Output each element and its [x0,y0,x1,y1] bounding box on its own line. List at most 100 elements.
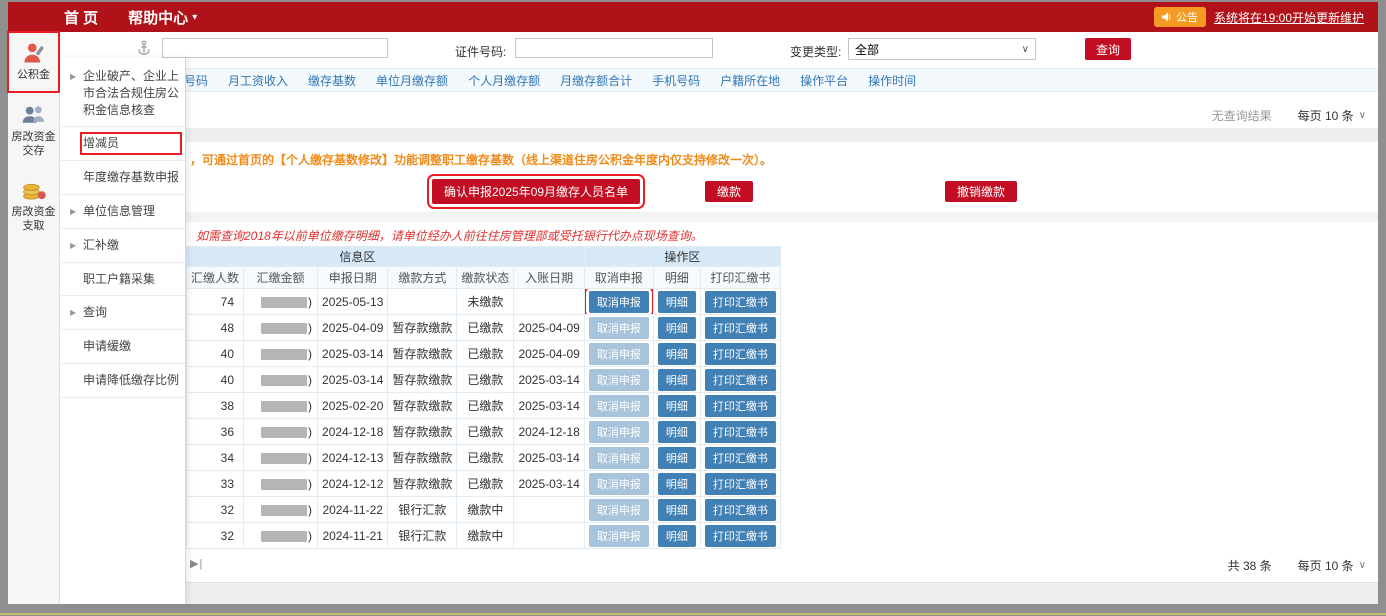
cancel-declare-button[interactable]: 取消申报 [589,291,649,313]
confirm-declare-button[interactable]: 确认申报2025年09月缴存人员名单 [432,179,640,204]
print-remit-doc-button-cell: 打印汇缴书 [700,523,780,549]
separator-band [60,212,1378,222]
expand-arrow-icon: ▶ [70,206,80,217]
menu-item-4[interactable]: ▶汇补缴 [60,229,185,263]
amount-suffix: ) [308,529,312,543]
table-row: 036)2024-12-18暂存款缴款已缴款2024-12-18取消申报明细打印… [131,419,781,445]
print-remit-doc-button[interactable]: 打印汇缴书 [705,369,776,391]
id-number-input[interactable] [515,38,713,58]
detail-button[interactable]: 明细 [658,499,696,521]
expand-arrow-icon: ▶ [70,240,80,251]
cancel-declare-button[interactable]: 取消申报 [589,421,649,443]
declare-date-cell: 2025-05-13 [318,289,388,315]
menu-item-8[interactable]: 申请降低缴存比例 [60,364,185,398]
menu-item-3[interactable]: ▶单位信息管理 [60,195,185,229]
print-remit-doc-button[interactable]: 打印汇缴书 [705,447,776,469]
pagination-last-page-icon[interactable]: ▶| [190,557,203,570]
menu-item-1[interactable]: 增减员 [60,127,185,161]
pay-method-cell: 暂存款缴款 [388,419,457,445]
print-remit-doc-button[interactable]: 打印汇缴书 [705,525,776,547]
pay-method-cell: 暂存款缴款 [388,341,457,367]
group-header-info: 信息区 [131,247,585,267]
page-size-select[interactable]: 每页 10 条 ∨ [1298,107,1366,124]
declare-date-cell: 2025-03-14 [318,341,388,367]
cancel-declare-button[interactable]: 取消申报 [589,447,649,469]
menu-item-7[interactable]: 申请缓缴 [60,330,185,364]
detail-button[interactable]: 明细 [658,395,696,417]
detail-button[interactable]: 明细 [658,291,696,313]
module-sidebar: 公积金 房改资金交存 房改资金支取 [8,32,60,604]
print-remit-doc-button-cell: 打印汇缴书 [700,341,780,367]
print-remit-doc-button-cell: 打印汇缴书 [700,419,780,445]
cancel-declare-button[interactable]: 取消申报 [589,395,649,417]
cancel-pay-button[interactable]: 撤销缴款 [945,181,1017,202]
table-pagination: ▶| 共 38 条 每页 10 条 ∨ [60,554,1378,576]
cancel-declare-button[interactable]: 取消申报 [589,499,649,521]
pay-status-cell: 已缴款 [457,315,514,341]
detail-button-cell: 明细 [653,367,700,393]
menu-item-6[interactable]: ▶查询 [60,296,185,330]
results-column-header: 月工资收入 [228,72,288,89]
detail-button[interactable]: 明细 [658,369,696,391]
cancel-declare-button[interactable]: 取消申报 [589,473,649,495]
cancel-declare-button-cell: 取消申报 [584,419,653,445]
cancel-declare-button-cell: 取消申报 [584,471,653,497]
print-remit-doc-button[interactable]: 打印汇缴书 [705,499,776,521]
print-remit-doc-button[interactable]: 打印汇缴书 [705,395,776,417]
cancel-declare-button-cell: 取消申报 [584,393,653,419]
sidebar-item-label: 房改资金支取 [12,206,56,234]
menu-item-0[interactable]: ▶企业破产、企业上市合法合规住房公积金信息核查 [60,60,185,127]
remit-amount-cell: ) [244,315,318,341]
menu-item-5[interactable]: 职工户籍采集 [60,263,185,297]
entry-date-cell [514,497,584,523]
amount-suffix: ) [308,295,312,309]
detail-button[interactable]: 明细 [658,447,696,469]
sidebar-item-fangai-jiaocun[interactable]: 房改资金交存 [12,98,55,164]
table-column-header: 汇缴人数 [187,267,244,289]
pay-button[interactable]: 缴款 [705,181,753,202]
detail-button[interactable]: 明细 [658,343,696,365]
cancel-declare-button-cell: 取消申报 [584,367,653,393]
cancel-declare-button[interactable]: 取消申报 [589,525,649,547]
detail-button[interactable]: 明细 [658,317,696,339]
print-remit-doc-button[interactable]: 打印汇缴书 [705,343,776,365]
declare-date-cell: 2024-12-12 [318,471,388,497]
cancel-declare-button[interactable]: 取消申报 [589,369,649,391]
cancel-declare-button[interactable]: 取消申报 [589,317,649,339]
sidebar-item-label: 房改资金交存 [12,131,56,159]
detail-button-cell: 明细 [653,315,700,341]
remit-amount-cell: ) [244,471,318,497]
cancel-declare-button-cell: 取消申报 [584,341,653,367]
detail-button[interactable]: 明细 [658,525,696,547]
print-remit-doc-button[interactable]: 打印汇缴书 [705,421,776,443]
change-type-select[interactable]: 全部 ∨ [848,38,1036,60]
nav-help-center[interactable]: 帮助中心 ▾ [128,7,197,28]
masked-amount [261,531,307,542]
sidebar-item-fangai-zhiqu[interactable]: 房改资金支取 [12,173,55,239]
table-column-header: 明细 [653,267,700,289]
top-navbar: 首 页 帮助中心 ▾ 公告 系统将在19:00开始更新维护 [8,2,1378,32]
sidebar-item-gongjijin[interactable]: 公积金 [12,36,55,88]
print-remit-doc-button[interactable]: 打印汇缴书 [705,473,776,495]
detail-button[interactable]: 明细 [658,421,696,443]
table-column-header: 取消申报 [584,267,653,289]
amount-suffix: ) [308,373,312,387]
menu-item-2[interactable]: 年度缴存基数申报 [60,161,185,195]
pay-method-cell [388,289,457,315]
print-remit-doc-button[interactable]: 打印汇缴书 [705,317,776,339]
amount-suffix: ) [308,399,312,413]
maintenance-notice-link[interactable]: 系统将在19:00开始更新维护 [1214,9,1364,26]
cancel-declare-button[interactable]: 取消申报 [589,343,649,365]
table-row: 040)2025-03-14暂存款缴款已缴款2025-04-09取消申报明细打印… [131,341,781,367]
print-remit-doc-button[interactable]: 打印汇缴书 [705,291,776,313]
query-button[interactable]: 查询 [1085,38,1131,60]
nav-home[interactable]: 首 页 [64,7,98,28]
page-size-select[interactable]: 每页 10 条 ∨ [1298,557,1366,574]
history-query-notice: 如需查询2018年以前单位缴存明细，请单位经办人前往住房管理部或受托银行代办点现… [196,227,703,244]
masked-amount [261,427,307,438]
menu-item-label: 职工户籍采集 [83,271,179,288]
pay-method-cell: 银行汇款 [388,523,457,549]
detail-button[interactable]: 明细 [658,473,696,495]
first-search-input[interactable] [162,38,388,58]
declare-date-cell: 2025-03-14 [318,367,388,393]
